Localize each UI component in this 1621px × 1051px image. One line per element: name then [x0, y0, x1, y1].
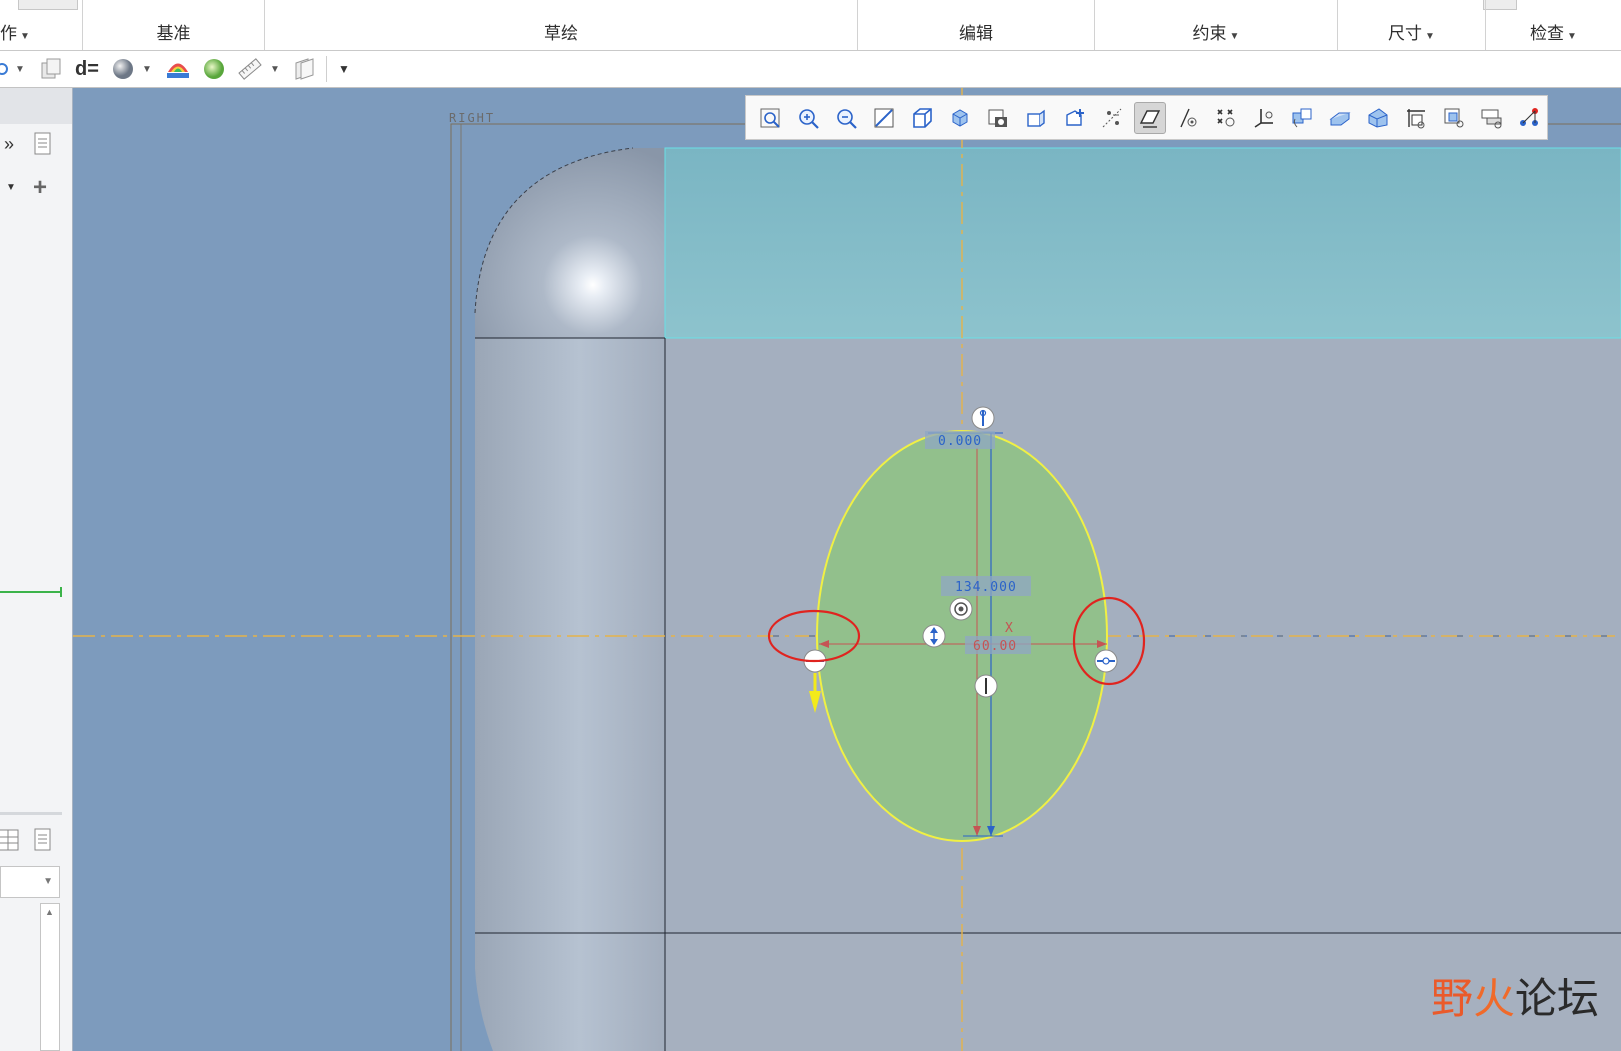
datum-axis-display-icon[interactable] [1172, 102, 1204, 134]
filter-dropdown[interactable]: ▼ [0, 866, 60, 898]
ribbon-group-label: 草绘 [544, 24, 578, 43]
ribbon: 作 ▼ 基准 草绘 编辑 约束 ▼ 尺寸 ▼ 检查 ▼ [0, 0, 1621, 51]
perspective-icon[interactable] [1020, 102, 1052, 134]
scene-sphere-icon[interactable] [200, 57, 228, 81]
dimension-top-value[interactable]: 0.000 [938, 434, 982, 449]
watermark-part3: 论坛 [1515, 974, 1600, 1023]
measure-ruler-icon[interactable] [236, 57, 264, 81]
watermark-part1: 野 [1431, 974, 1474, 1023]
refit-icon[interactable] [754, 102, 786, 134]
csys-display-icon[interactable] [1248, 102, 1280, 134]
watermark-part2: 火 [1473, 974, 1516, 1023]
panel-splitter[interactable] [0, 812, 62, 815]
ribbon-group-constrain[interactable]: 约束 ▼ [1095, 0, 1338, 50]
toolbar-overflow-icon[interactable]: ▼ [334, 57, 354, 81]
dropdown-arrow-icon[interactable]: ▼ [268, 57, 282, 81]
graphics-window[interactable]: RIGHT 0.000 134.000 60.00 X [73, 88, 1621, 1051]
section-pages-icon[interactable] [290, 57, 318, 81]
panel-header [0, 88, 72, 124]
dropdown-arrow-icon: ▼ [1425, 31, 1435, 42]
repaint-icon[interactable] [868, 102, 900, 134]
drag-handle-top[interactable] [971, 406, 995, 430]
dimension-display-icon[interactable] [1400, 102, 1432, 134]
ribbon-group-dimension[interactable]: 尺寸 ▼ [1338, 0, 1486, 50]
grid-display-icon[interactable] [1476, 102, 1508, 134]
quick-toolbar: ▼ d= ▼ ▼ ▼ [0, 51, 1621, 88]
graphics-toolbar [745, 95, 1548, 140]
saved-orientations-icon[interactable] [906, 102, 938, 134]
plane-display-icon[interactable] [1324, 102, 1356, 134]
axis-label: X [1005, 621, 1014, 636]
ribbon-group-label: 作 [0, 24, 17, 43]
ribbon-group-operations[interactable]: 作 ▼ [0, 0, 83, 50]
constraint-display-icon[interactable] [1438, 102, 1470, 134]
display-style-icon[interactable] [982, 102, 1014, 134]
ribbon-group-edit[interactable]: 编辑 [858, 0, 1095, 50]
sketch-view-icon[interactable] [1096, 102, 1128, 134]
view-manager-icon[interactable] [944, 102, 976, 134]
forum-watermark: 野火论坛 [1431, 965, 1599, 1026]
gear-icon[interactable] [0, 57, 10, 81]
dropdown-arrow-icon: ▼ [1567, 31, 1577, 42]
ribbon-group-label: 约束 [1192, 24, 1227, 43]
ribbon-group-label: 基准 [156, 24, 191, 43]
dropdown-arrow-icon: ▼ [43, 876, 53, 887]
datum-plane-label: RIGHT [449, 111, 495, 125]
vertex-display-icon[interactable] [1514, 102, 1546, 134]
toolbar-separator [326, 56, 327, 82]
dropdown-arrow-icon[interactable]: ▼ [6, 182, 16, 193]
vertical-scrollbar[interactable]: ▲ [40, 903, 60, 1051]
zoom-in-icon[interactable] [792, 102, 824, 134]
drag-handle-bottom[interactable] [974, 674, 998, 698]
relations-button[interactable]: d= [72, 57, 102, 81]
scroll-up-icon[interactable]: ▲ [45, 907, 54, 917]
drag-handle-right[interactable] [1094, 649, 1118, 673]
tree-highlight-line [0, 591, 62, 593]
model-tree-panel: » ▼ + ▼ ▲ [0, 88, 73, 1051]
copy-pages-icon[interactable] [38, 57, 64, 81]
expand-icon[interactable]: » [4, 134, 14, 155]
settings-list-icon[interactable] [32, 828, 54, 852]
datum-point-display-icon[interactable] [1210, 102, 1242, 134]
relations-label: d= [75, 57, 99, 80]
layer-table-icon[interactable] [0, 828, 22, 852]
settings-list-icon[interactable] [32, 132, 54, 156]
spin-center-icon[interactable] [1286, 102, 1318, 134]
add-icon[interactable]: + [33, 174, 47, 202]
zoom-out-icon[interactable] [830, 102, 862, 134]
ribbon-group-label: 编辑 [959, 24, 993, 43]
sketcher-display-icon[interactable] [1134, 101, 1166, 134]
selected-sketch-plane-face [664, 147, 1621, 339]
dropdown-arrow-icon[interactable]: ▼ [13, 57, 27, 81]
ribbon-group-sketch[interactable]: 草绘 [265, 0, 858, 50]
annotation-display-icon[interactable] [1058, 102, 1090, 134]
ribbon-group-label: 检查 [1530, 24, 1565, 43]
dropdown-arrow-icon: ▼ [20, 31, 30, 42]
point-tag-icon[interactable] [1362, 102, 1394, 134]
ribbon-group-label: 尺寸 [1388, 24, 1423, 43]
sketch-canvas[interactable]: RIGHT 0.000 134.000 60.00 X [73, 88, 1621, 1051]
ribbon-group-inspect[interactable]: 检查 ▼ [1486, 0, 1621, 50]
dimension-height-value[interactable]: 134.000 [955, 580, 1017, 595]
dropdown-arrow-icon: ▼ [1229, 31, 1240, 42]
part-bottom-fillet [475, 933, 665, 1051]
sketch-ellipse[interactable] [816, 430, 1108, 842]
center-point-handle[interactable] [949, 597, 973, 621]
color-palette-icon[interactable] [164, 57, 192, 81]
ribbon-group-datum[interactable]: 基准 [83, 0, 265, 50]
part-top-fillet [475, 148, 665, 338]
tree-highlight-tick [60, 587, 62, 597]
dropdown-arrow-icon[interactable]: ▼ [140, 57, 154, 81]
dimension-width-value[interactable]: 60.00 [973, 639, 1017, 654]
appearance-sphere-icon[interactable] [110, 57, 136, 81]
drag-handle-left-inner[interactable] [922, 624, 946, 648]
